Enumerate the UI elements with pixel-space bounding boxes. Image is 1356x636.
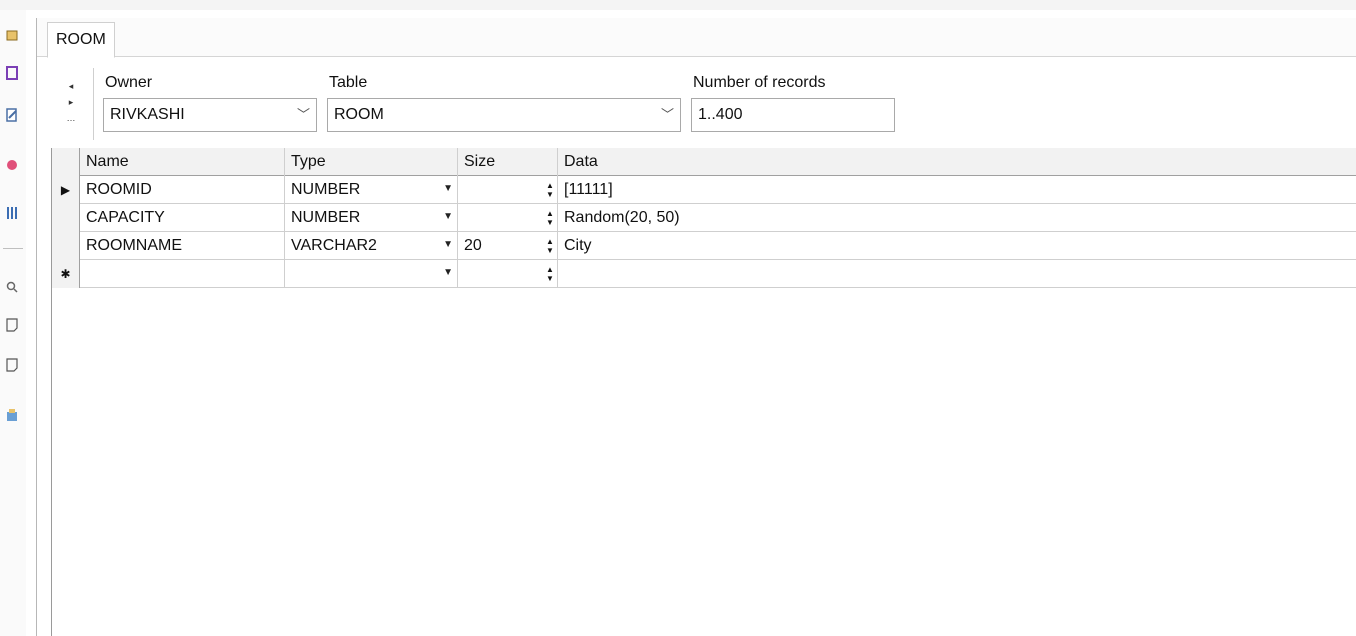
- records-value: 1..400: [698, 106, 743, 123]
- export-icon[interactable]: [6, 408, 18, 422]
- document-icon[interactable]: [6, 318, 18, 332]
- cell-type[interactable]: VARCHAR2 ▼: [285, 232, 458, 260]
- records-input[interactable]: 1..400: [691, 98, 895, 132]
- open-icon[interactable]: [6, 28, 18, 42]
- top-strip: [0, 0, 1356, 10]
- record-icon[interactable]: [6, 158, 18, 172]
- header-type[interactable]: Type: [285, 148, 458, 176]
- table-row[interactable]: ▶ ROOMID NUMBER ▼ ▲ ▼ [11111]: [52, 176, 1356, 204]
- cell-size[interactable]: ▲ ▼: [458, 204, 558, 232]
- table-label: Table: [329, 74, 368, 91]
- cell-name[interactable]: [80, 260, 285, 288]
- columns-grid: Name Type Size Data ▶ ROOMID NUMBER ▼ ▲ ▼ …: [51, 148, 1356, 636]
- chevron-down-icon: ﹀: [660, 107, 674, 122]
- row-indicator-icon[interactable]: [52, 204, 80, 232]
- save-icon[interactable]: [6, 66, 18, 80]
- header-selector: [52, 148, 80, 176]
- spinner-icon[interactable]: ▲ ▼: [545, 237, 555, 255]
- dropdown-arrow-icon[interactable]: ▼: [443, 176, 453, 202]
- nav-prev-icon[interactable]: ◂: [63, 78, 79, 94]
- nav-arrows: ◂ ▸ …: [63, 78, 79, 126]
- cell-size[interactable]: ▲ ▼: [458, 260, 558, 288]
- cell-type[interactable]: ▼: [285, 260, 458, 288]
- cell-type-value: VARCHAR2: [291, 237, 377, 254]
- search-icon[interactable]: [6, 280, 18, 294]
- table-value: ROOM: [334, 106, 384, 123]
- cell-name[interactable]: ROOMNAME: [80, 232, 285, 260]
- header-data[interactable]: Data: [558, 148, 1356, 176]
- tab-room[interactable]: ROOM: [47, 22, 115, 58]
- main-panel: ROOM ◂ ▸ … Owner RIVKASHI ﹀ Table ROOM ﹀…: [36, 18, 1356, 636]
- spinner-icon[interactable]: ▲ ▼: [545, 209, 555, 227]
- spinner-icon[interactable]: ▲ ▼: [545, 181, 555, 199]
- nav-next-icon[interactable]: ▸: [63, 94, 79, 110]
- cell-name[interactable]: ROOMID: [80, 176, 285, 204]
- nav-more-icon[interactable]: …: [63, 110, 79, 126]
- tab-strip: ROOM: [37, 18, 1356, 58]
- edit-icon[interactable]: [6, 108, 18, 122]
- cell-size[interactable]: ▲ ▼: [458, 176, 558, 204]
- cell-data[interactable]: [11111]: [558, 176, 1356, 204]
- table-select[interactable]: ROOM ﹀: [327, 98, 681, 132]
- cell-size[interactable]: 20 ▲ ▼: [458, 232, 558, 260]
- owner-value: RIVKASHI: [110, 106, 185, 123]
- cell-type-value: NUMBER: [291, 209, 361, 226]
- cell-data[interactable]: [558, 260, 1356, 288]
- records-label: Number of records: [693, 74, 826, 91]
- left-toolbar: [0, 10, 26, 636]
- dropdown-arrow-icon[interactable]: ▼: [443, 260, 453, 286]
- cell-data[interactable]: City: [558, 232, 1356, 260]
- cell-size-value: 20: [464, 237, 482, 254]
- dropdown-arrow-icon[interactable]: ▼: [443, 204, 453, 230]
- nav-separator: [93, 68, 94, 140]
- cell-data[interactable]: Random(20, 50): [558, 204, 1356, 232]
- table-row[interactable]: CAPACITY NUMBER ▼ ▲ ▼ Random(20, 50): [52, 204, 1356, 232]
- row-indicator-icon[interactable]: [52, 232, 80, 260]
- table-row[interactable]: ROOMNAME VARCHAR2 ▼ 20 ▲ ▼ City: [52, 232, 1356, 260]
- document-copy-icon[interactable]: [6, 358, 18, 372]
- row-indicator-icon[interactable]: ▶: [52, 176, 80, 204]
- new-row-icon[interactable]: ✱: [52, 260, 80, 288]
- toolbar-separator: [3, 248, 23, 249]
- new-row[interactable]: ✱ ▼ ▲ ▼: [52, 260, 1356, 288]
- header-name[interactable]: Name: [80, 148, 285, 176]
- cell-type[interactable]: NUMBER ▼: [285, 204, 458, 232]
- columns-icon[interactable]: [6, 206, 18, 220]
- header-size[interactable]: Size: [458, 148, 558, 176]
- owner-label: Owner: [105, 74, 153, 91]
- cell-type[interactable]: NUMBER ▼: [285, 176, 458, 204]
- grid-header: Name Type Size Data: [52, 148, 1356, 176]
- cell-type-value: NUMBER: [291, 181, 361, 198]
- owner-select[interactable]: RIVKASHI ﹀: [103, 98, 317, 132]
- spinner-icon[interactable]: ▲ ▼: [545, 265, 555, 283]
- dropdown-arrow-icon[interactable]: ▼: [443, 232, 453, 258]
- chevron-down-icon: ﹀: [296, 107, 310, 122]
- cell-name[interactable]: CAPACITY: [80, 204, 285, 232]
